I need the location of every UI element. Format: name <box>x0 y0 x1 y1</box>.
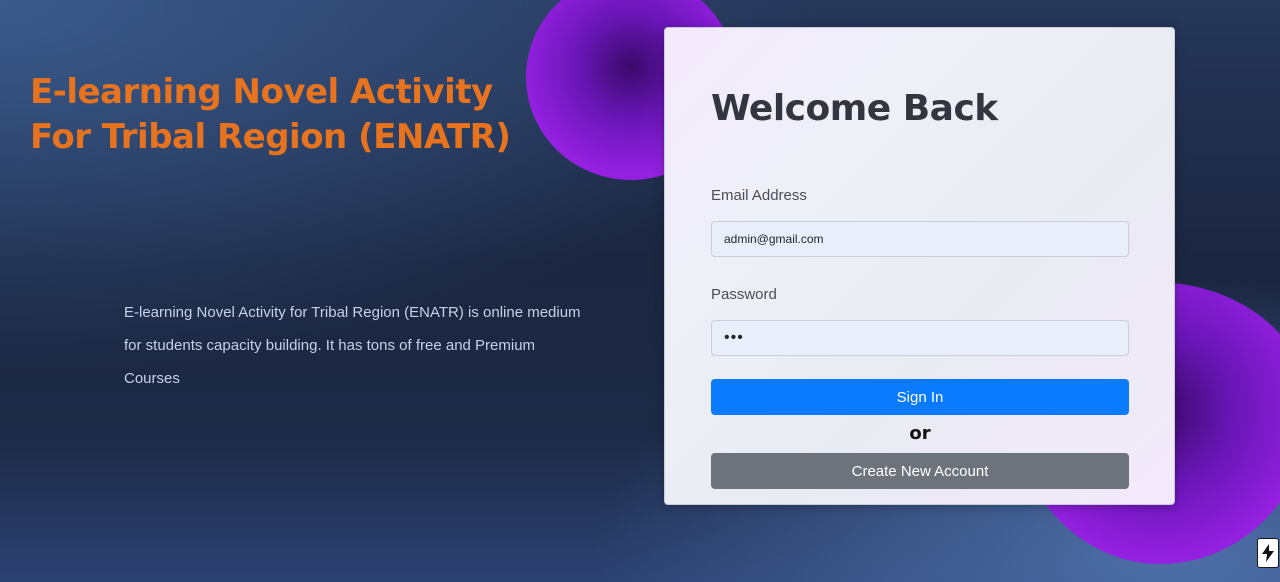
hero-title-line-2: For Tribal Region (ENATR) <box>30 117 511 157</box>
hero-description-line-1: E-learning Novel Activity for Tribal Reg… <box>124 304 581 321</box>
login-card: Welcome Back Email Address Password Sign… <box>664 27 1175 505</box>
lightning-bolt-icon <box>1262 544 1274 562</box>
hero-title-line-1: E-learning Novel Activity <box>30 72 493 112</box>
password-input[interactable] <box>711 320 1129 356</box>
email-input[interactable] <box>711 221 1129 257</box>
corner-badge[interactable] <box>1257 538 1279 568</box>
hero-description-line-2: for students capacity building. It has t… <box>124 337 536 354</box>
email-label: Email Address <box>711 187 807 204</box>
password-label: Password <box>711 286 777 303</box>
or-divider: or <box>909 423 931 444</box>
hero-title: E-learning Novel Activity For Tribal Reg… <box>30 70 590 160</box>
hero-description-line-3: Courses <box>124 370 180 387</box>
login-title: Welcome Back <box>711 88 998 129</box>
sign-in-button[interactable]: Sign In <box>711 379 1129 415</box>
create-account-button[interactable]: Create New Account <box>711 453 1129 489</box>
hero-description: E-learning Novel Activity for Tribal Reg… <box>124 296 624 395</box>
